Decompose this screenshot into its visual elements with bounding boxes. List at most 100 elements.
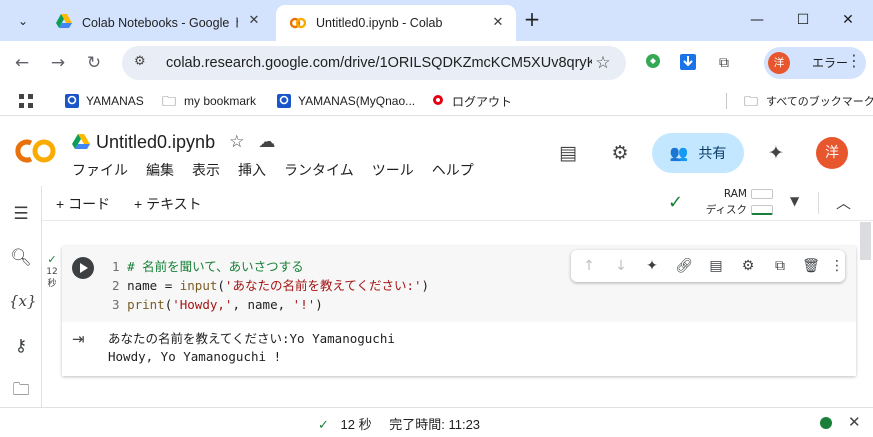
menu-edit[interactable]: 編集: [146, 160, 174, 180]
add-text-button[interactable]: + テキスト: [134, 194, 202, 214]
bookmarks-bar: YAMANAS 🗀 my bookmark YAMANAS(MyQnao... …: [0, 85, 873, 116]
code-cell[interactable]: 1 # 名前を聞いて、あいさつする 2 name = input('あなたの名前を…: [62, 246, 856, 376]
files-folder-icon[interactable]: 🗀: [9, 378, 33, 402]
execution-status[interactable]: ✓ 12 秒 完了時間: 11:23: [318, 414, 480, 433]
mirror-cell-icon[interactable]: ⧉: [770, 256, 790, 276]
reload-icon[interactable]: ↻: [81, 51, 107, 75]
code-editor[interactable]: 1 # 名前を聞いて、あいさつする 2 name = input('あなたの名前を…: [62, 246, 856, 322]
collapse-chevron-up-icon[interactable]: ︿: [836, 192, 851, 213]
code-content[interactable]: 1 # 名前を聞いて、あいさつする 2 name = input('あなたの名前を…: [112, 257, 429, 314]
bookmark-label: YAMANAS: [86, 94, 144, 108]
close-icon[interactable]: ✕: [848, 413, 861, 431]
window-close-icon[interactable]: ✕: [836, 8, 860, 32]
scrollbar[interactable]: [860, 222, 871, 260]
comments-icon[interactable]: ▤: [555, 141, 581, 165]
maximize-icon[interactable]: ☐: [791, 8, 815, 32]
back-arrow-icon[interactable]: ←: [9, 51, 35, 75]
tab-title: Untitled0.ipynb - Colab: [316, 16, 443, 30]
people-icon: 👥: [669, 145, 689, 162]
status-bar: ✓ 12 秒 完了時間: 11:23 ✕: [0, 407, 873, 437]
secrets-key-icon[interactable]: ⚷: [9, 334, 33, 358]
menu-view[interactable]: 表示: [192, 160, 220, 180]
tab-close-icon[interactable]: ✕: [246, 13, 262, 29]
colab-logo-icon[interactable]: [14, 137, 58, 165]
status-elapsed: 12 秒: [340, 417, 372, 432]
all-bookmarks-label: すべてのブックマーク: [766, 96, 873, 108]
execution-info: ✓ 12 秒: [43, 254, 61, 290]
cell-output: ⇥ あなたの名前を教えてください:Yo Yamanoguchi Howdy, Yo…: [62, 322, 856, 376]
notebook-title[interactable]: Untitled0.ipynb: [96, 132, 215, 153]
bookmarks-divider: [726, 93, 727, 109]
star-icon[interactable]: ☆: [229, 132, 244, 152]
address-bar[interactable]: ⚙ colab.research.google.com/drive/1ORILS…: [122, 46, 626, 80]
share-label: 共有: [698, 145, 727, 161]
code-line: 1 # 名前を聞いて、あいさつする: [112, 259, 304, 274]
site-info-icon[interactable]: ⚙: [134, 54, 152, 72]
output-line: Howdy, Yo Yamanoguchi !: [108, 349, 282, 364]
new-tab-plus-icon[interactable]: +: [520, 8, 544, 32]
move-up-arrow-icon[interactable]: ↑: [579, 256, 599, 276]
cell-settings-gear-icon[interactable]: ⚙: [738, 256, 758, 276]
url-text[interactable]: colab.research.google.com/drive/1ORILSQD…: [166, 55, 592, 71]
add-code-button[interactable]: + コード: [56, 194, 110, 214]
cloud-saved-icon[interactable]: ☁: [258, 132, 275, 152]
extensions-puzzle-icon[interactable]: ⧉: [714, 53, 734, 73]
menu-help[interactable]: ヘルプ: [432, 160, 474, 180]
more-vert-icon[interactable]: ⋮: [846, 51, 862, 70]
move-down-arrow-icon[interactable]: ↓: [611, 256, 631, 276]
tab-colab-notebooks[interactable]: Colab Notebooks - Google ドライ ✕: [42, 4, 272, 38]
link-icon[interactable]: 🔗︎: [674, 256, 694, 276]
output-actions-icon[interactable]: ⇥: [72, 330, 85, 348]
extension-green-icon[interactable]: [643, 53, 663, 73]
bookmark-yamanas[interactable]: YAMANAS: [64, 91, 144, 111]
tab-untitled0[interactable]: Untitled0.ipynb - Colab ✕: [276, 5, 516, 41]
bookmark-label: YAMANAS(MyQnao...: [298, 94, 416, 108]
gemini-sparkle-icon[interactable]: ✦: [642, 256, 662, 276]
execution-unit: 秒: [47, 279, 57, 289]
tab-search-chevron-icon[interactable]: ⌄: [10, 8, 36, 34]
menu-bar: ファイル 編集 表示 挿入 ランタイム ツール ヘルプ: [72, 160, 492, 180]
bookmark-logout[interactable]: ログアウト: [430, 91, 512, 111]
code-line: 2 name = input('あなたの名前を教えてください:'): [112, 278, 430, 293]
forward-arrow-icon[interactable]: →: [45, 51, 71, 75]
delete-trash-icon[interactable]: 🗑︎: [801, 256, 821, 276]
disk-usage-bar: [751, 205, 773, 215]
runtime-status-dot: [820, 417, 832, 429]
gemini-sparkle-icon[interactable]: ✦: [763, 141, 789, 165]
google-drive-icon[interactable]: [72, 134, 90, 150]
colab-icon: [290, 17, 306, 29]
minimize-icon[interactable]: —: [745, 8, 769, 32]
run-cell-button[interactable]: [72, 257, 94, 279]
table-of-contents-icon[interactable]: ☰: [9, 202, 33, 226]
avatar[interactable]: 洋: [816, 137, 848, 169]
code-line: 3 print('Howdy,', name, '!'): [112, 297, 323, 312]
notebook-main: ✓ 12 秒 1 # 名前を聞いて、あいさつする 2 name = input('…: [43, 222, 873, 407]
share-button[interactable]: 👥 共有: [652, 133, 744, 173]
resources-dropdown-icon[interactable]: ▼: [790, 194, 799, 208]
bookmark-my-bookmark[interactable]: 🗀 my bookmark: [162, 91, 256, 111]
apps-grid-icon[interactable]: [18, 91, 34, 111]
avatar: 洋: [768, 52, 790, 74]
output-line: あなたの名前を教えてください:Yo Yamanoguchi: [108, 331, 395, 346]
execution-time: 12: [46, 267, 58, 277]
notebook-toolbar: + コード + テキスト ✓ RAM ディスク ▼ ︿: [42, 186, 873, 221]
settings-gear-icon[interactable]: ⚙: [607, 141, 633, 165]
menu-insert[interactable]: 挿入: [238, 160, 266, 180]
cell-toolbar: ↑ ↓ ✦ 🔗︎ ▤ ⚙ ⧉ 🗑︎ ⋮: [571, 250, 845, 282]
browser-tab-strip: ⌄ Colab Notebooks - Google ドライ ✕ Untitle…: [0, 0, 873, 41]
left-rail: ☰ 🔍︎ {x} ⚷ 🗀: [0, 186, 42, 407]
profile-error-button[interactable]: 洋 エラー ⋮: [764, 47, 866, 79]
all-bookmarks[interactable]: 🗀 すべてのブックマーク: [744, 91, 873, 111]
menu-tools[interactable]: ツール: [372, 160, 414, 180]
menu-file[interactable]: ファイル: [72, 160, 128, 180]
tab-close-icon[interactable]: ✕: [490, 15, 506, 31]
comment-icon[interactable]: ▤: [706, 256, 726, 276]
bookmark-yamanas-myqnao[interactable]: YAMANAS(MyQnao...: [276, 91, 415, 111]
bookmark-star-icon[interactable]: ☆: [592, 53, 614, 73]
more-vert-icon[interactable]: ⋮: [827, 256, 847, 276]
variables-icon[interactable]: {x}: [9, 289, 37, 313]
find-replace-icon[interactable]: 🔍︎: [9, 246, 33, 270]
download-icon[interactable]: [678, 53, 698, 73]
menu-runtime[interactable]: ランタイム: [284, 160, 354, 180]
status-check-icon: ✓: [318, 417, 329, 432]
